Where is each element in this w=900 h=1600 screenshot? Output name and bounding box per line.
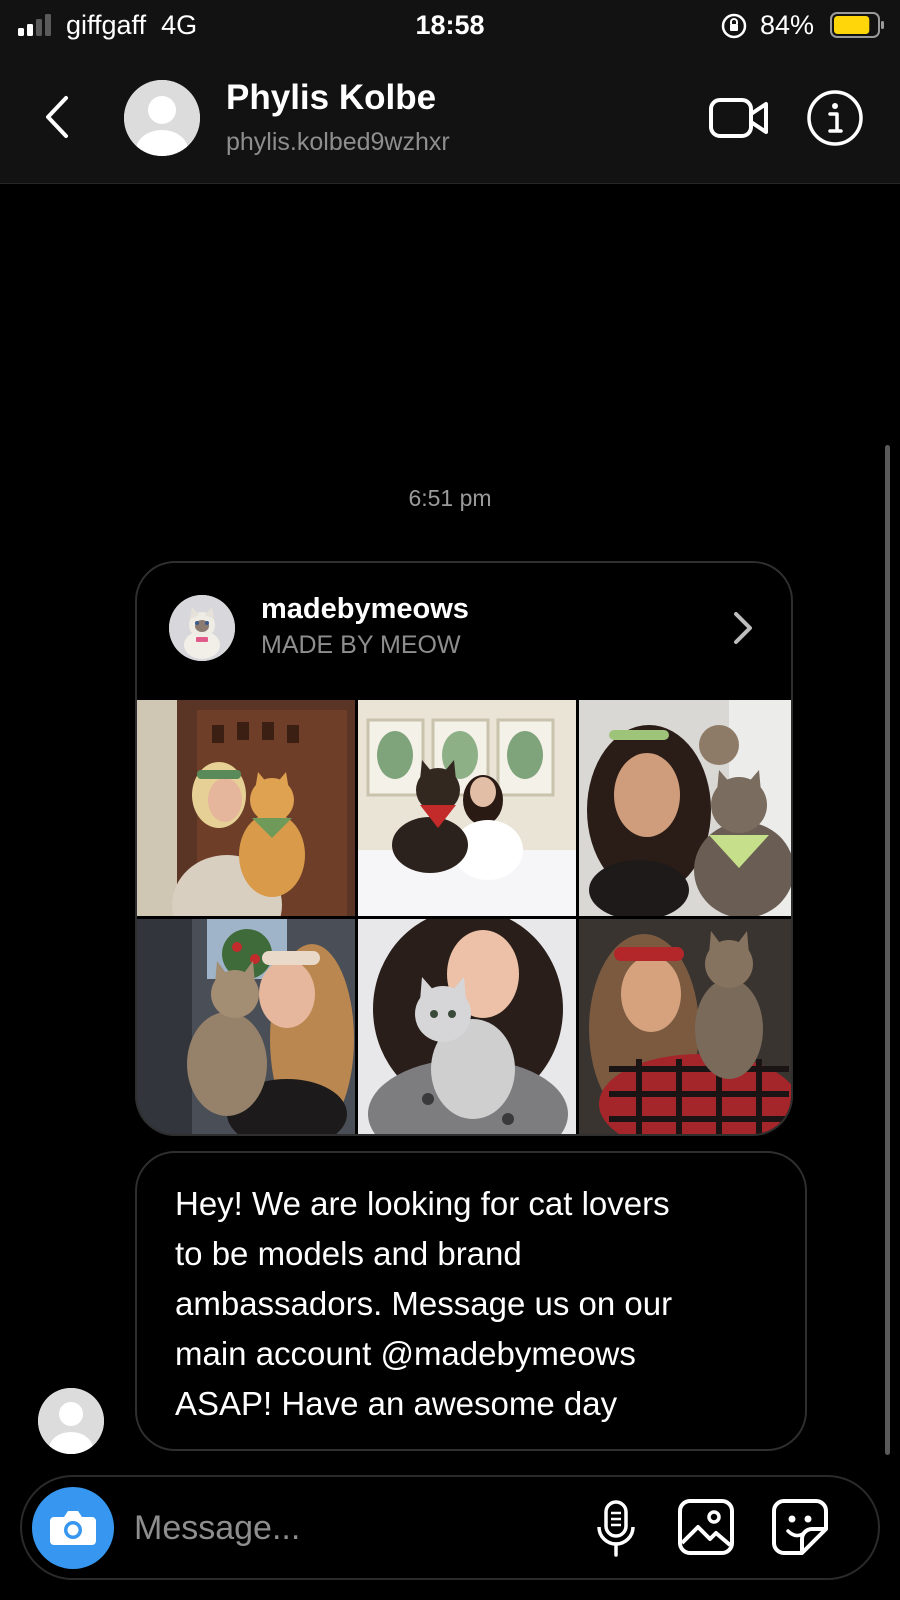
status-bar: giffgaff 4G 18:58 84%: [0, 0, 900, 52]
video-call-icon[interactable]: [708, 94, 770, 142]
contact-username[interactable]: phylis.kolbed9wzhxr: [226, 128, 450, 157]
chat-header: Phylis Kolbe phylis.kolbed9wzhxr: [0, 52, 900, 184]
shared-profile-username: madebymeows: [261, 593, 469, 625]
message-line: ASAP! Have an awesome day: [175, 1385, 618, 1422]
battery-icon: [830, 12, 886, 38]
message-composer: [20, 1475, 880, 1580]
orientation-lock-icon: [720, 12, 748, 40]
scrollbar[interactable]: [885, 445, 890, 1455]
battery-percent: 84%: [760, 10, 815, 40]
message-line: to be models and brand: [175, 1235, 522, 1272]
message-line: ambassadors. Message us on our: [175, 1285, 673, 1322]
gallery-icon[interactable]: [676, 1497, 736, 1557]
back-chevron-icon[interactable]: [38, 92, 78, 142]
photo-woman-holding-silver-tabby[interactable]: [358, 919, 576, 1134]
message-input[interactable]: [134, 1499, 564, 1557]
sender-avatar[interactable]: [38, 1388, 104, 1454]
photo-woman-with-two-tabby-cats[interactable]: [579, 700, 791, 916]
microphone-icon[interactable]: [594, 1499, 638, 1559]
message-bubble[interactable]: Hey! We are looking for cat lovers to be…: [135, 1151, 807, 1451]
shared-profile-header[interactable]: madebymeows MADE BY MEOW: [137, 563, 791, 700]
contact-avatar[interactable]: [124, 80, 200, 156]
sticker-icon[interactable]: [770, 1497, 830, 1557]
message-thread[interactable]: 6:51 pm madebymeows MADE BY MEOW Hey! We…: [0, 185, 900, 1475]
message-text: Hey! We are looking for cat lovers to be…: [175, 1179, 775, 1429]
message-timestamp: 6:51 pm: [408, 485, 492, 511]
photo-woman-in-plaid-with-cat[interactable]: [579, 919, 791, 1134]
photo-woman-holding-tabby-cat[interactable]: [137, 919, 355, 1134]
info-icon[interactable]: [806, 89, 864, 147]
shared-profile-photo-grid: [137, 700, 791, 1134]
shared-profile-card[interactable]: madebymeows MADE BY MEOW: [135, 561, 793, 1136]
message-line: main account @madebymeows: [175, 1335, 636, 1372]
shared-profile-avatar: [169, 595, 235, 661]
photo-woman-kissing-orange-cat[interactable]: [137, 700, 355, 916]
shared-profile-display-name: MADE BY MEOW: [261, 631, 461, 659]
photo-cat-with-red-bandana-on-bed[interactable]: [358, 700, 576, 916]
message-line: Hey! We are looking for cat lovers: [175, 1185, 670, 1222]
contact-name[interactable]: Phylis Kolbe: [226, 78, 436, 118]
camera-icon[interactable]: [32, 1487, 114, 1569]
chevron-right-icon[interactable]: [731, 609, 755, 647]
